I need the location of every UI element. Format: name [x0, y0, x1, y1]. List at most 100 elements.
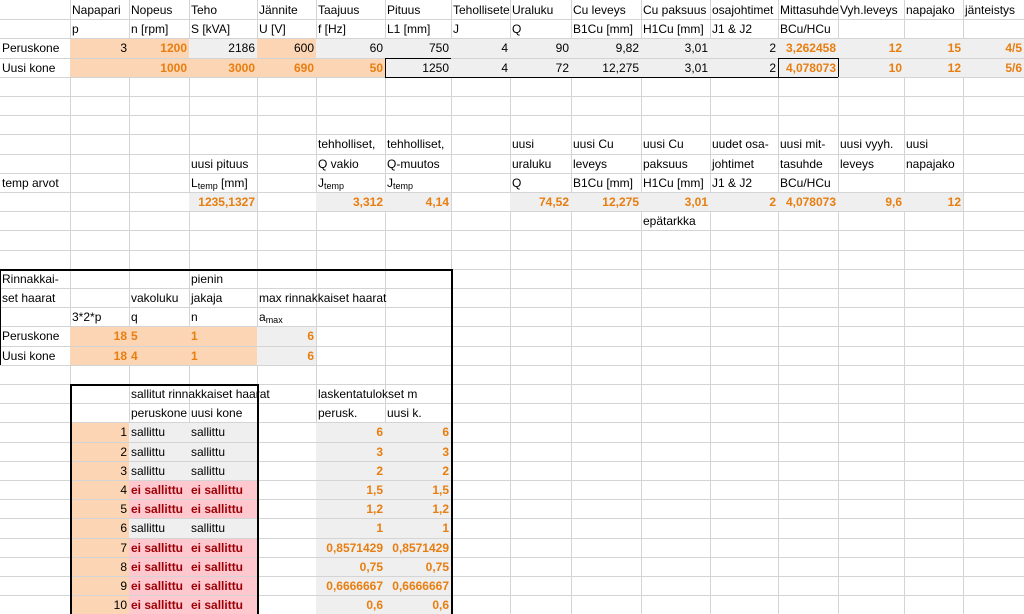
column-unit[interactable]: [963, 20, 1024, 38]
row-number[interactable]: 5: [70, 500, 129, 518]
data-cell[interactable]: 5/6: [963, 59, 1024, 77]
column-header[interactable]: uusi kone: [189, 404, 257, 422]
column-header[interactable]: osajohtimet: [710, 1, 778, 19]
data-cell[interactable]: 1250: [385, 59, 451, 77]
column-header[interactable]: Q-muutos: [385, 155, 451, 173]
column-header[interactable]: uraluku: [510, 155, 571, 173]
data-cell[interactable]: 72: [510, 59, 571, 77]
data-cell[interactable]: 3: [70, 39, 129, 58]
column-unit[interactable]: n [rpm]: [129, 20, 189, 38]
column-unit[interactable]: J1 & J2: [710, 20, 778, 38]
data-cell[interactable]: 60: [316, 39, 385, 58]
status-cell[interactable]: ei sallittu: [129, 596, 189, 614]
column-header[interactable]: Mittasuhde: [778, 1, 838, 19]
row-number[interactable]: 6: [70, 519, 129, 538]
data-cell[interactable]: 1,2: [316, 500, 385, 518]
data-cell[interactable]: 12,275: [571, 59, 641, 77]
column-header[interactable]: Q vakio: [316, 155, 385, 173]
column-header[interactable]: pienin: [189, 270, 257, 288]
data-cell[interactable]: 15: [904, 39, 963, 58]
column-unit[interactable]: f [Hz]: [316, 20, 385, 38]
data-cell[interactable]: 74,52: [510, 193, 571, 211]
data-cell[interactable]: 4,078073: [778, 59, 838, 77]
data-cell[interactable]: 50: [316, 59, 385, 77]
row-number[interactable]: 3: [70, 462, 129, 480]
data-cell[interactable]: 4: [451, 39, 510, 58]
data-cell[interactable]: 1: [189, 347, 257, 365]
status-cell[interactable]: ei sallittu: [189, 481, 257, 499]
data-cell[interactable]: 1,5: [316, 481, 385, 499]
status-cell[interactable]: ei sallittu: [129, 577, 189, 595]
column-header[interactable]: tehholliset,: [385, 135, 451, 154]
column-header[interactable]: napajako: [904, 155, 963, 173]
column-header[interactable]: Q: [510, 174, 571, 192]
column-header[interactable]: uusi Cu: [571, 135, 641, 154]
data-cell[interactable]: 1: [385, 519, 451, 538]
status-cell[interactable]: sallittu: [129, 519, 189, 538]
data-cell[interactable]: 4: [129, 347, 189, 365]
column-unit[interactable]: S [kVA]: [189, 20, 257, 38]
column-header[interactable]: Jtemp: [316, 174, 385, 192]
column-header[interactable]: vakoluku: [129, 289, 189, 307]
data-cell[interactable]: 6: [316, 423, 385, 442]
column-header[interactable]: uusi vyyh.: [838, 135, 904, 154]
row-number[interactable]: 2: [70, 443, 129, 461]
column-header[interactable]: leveys: [571, 155, 641, 173]
data-cell[interactable]: 2: [316, 462, 385, 480]
row-label[interactable]: Peruskone: [0, 327, 70, 346]
data-cell[interactable]: 6: [385, 423, 451, 442]
column-unit[interactable]: H1Cu [mm]: [641, 20, 710, 38]
table-title[interactable]: set haarat: [0, 289, 70, 307]
column-header[interactable]: uusi: [904, 135, 963, 154]
column-header[interactable]: Nopeus: [129, 1, 189, 19]
data-cell[interactable]: 18: [70, 347, 129, 365]
status-cell[interactable]: ei sallittu: [189, 577, 257, 595]
column-header[interactable]: Uraluku: [510, 1, 571, 19]
data-cell[interactable]: 4/5: [963, 39, 1024, 58]
data-cell[interactable]: 4,078073: [778, 193, 838, 211]
data-cell[interactable]: 3,01: [641, 39, 710, 58]
column-unit[interactable]: [904, 20, 963, 38]
data-cell[interactable]: 6: [257, 347, 316, 365]
data-cell[interactable]: 600: [257, 39, 316, 58]
data-cell[interactable]: 3000: [189, 59, 257, 77]
status-cell[interactable]: ei sallittu: [129, 500, 189, 518]
spreadsheet-grid[interactable]: Napapari Nopeus Teho Jännite Taajuus Pituus Te…: [0, 0, 1024, 614]
note-text[interactable]: epätarkka: [641, 212, 710, 230]
column-unit[interactable]: B1Cu [mm]: [571, 20, 641, 38]
column-header[interactable]: uusi k.: [385, 404, 451, 422]
column-header[interactable]: max rinnakkaiset haarat: [257, 289, 451, 307]
table-title[interactable]: sallitut rinnakkaiset haarat: [129, 385, 316, 403]
data-cell[interactable]: 18: [70, 327, 129, 346]
column-header[interactable]: Vyh.leveys: [838, 1, 904, 19]
column-header[interactable]: Pituus: [385, 1, 451, 19]
data-cell[interactable]: 0,75: [316, 558, 385, 576]
data-cell[interactable]: 9,82: [571, 39, 641, 58]
row-label[interactable]: Peruskone: [0, 39, 70, 58]
table-title[interactable]: Rinnakkai-: [0, 270, 70, 288]
column-header[interactable]: J1 & J2: [710, 174, 778, 192]
status-cell[interactable]: sallittu: [129, 462, 189, 480]
status-cell[interactable]: ei sallittu: [189, 500, 257, 518]
row-number[interactable]: 4: [70, 481, 129, 499]
data-cell[interactable]: 12: [904, 59, 963, 77]
column-header[interactable]: leveys: [838, 155, 904, 173]
data-cell[interactable]: 5: [129, 327, 189, 346]
data-cell[interactable]: 12: [838, 39, 904, 58]
column-header[interactable]: amax: [257, 308, 316, 326]
column-header[interactable]: Taajuus: [316, 1, 385, 19]
data-cell[interactable]: 1235,1327: [189, 193, 257, 211]
column-header[interactable]: uusi pituus: [189, 155, 257, 173]
data-cell[interactable]: 3: [385, 443, 451, 461]
column-header[interactable]: uusi mit-: [778, 135, 838, 154]
row-number[interactable]: 7: [70, 539, 129, 557]
column-header[interactable]: Cu leveys: [571, 1, 641, 19]
data-cell[interactable]: 4: [451, 59, 510, 77]
column-header[interactable]: napajako: [904, 1, 963, 19]
column-unit[interactable]: p: [70, 20, 129, 38]
column-header[interactable]: paksuus: [641, 155, 710, 173]
column-header[interactable]: Napapari: [70, 1, 129, 19]
data-cell[interactable]: 3,01: [641, 193, 710, 211]
column-header[interactable]: Cu paksuus: [641, 1, 710, 19]
data-cell[interactable]: 2: [710, 39, 778, 58]
